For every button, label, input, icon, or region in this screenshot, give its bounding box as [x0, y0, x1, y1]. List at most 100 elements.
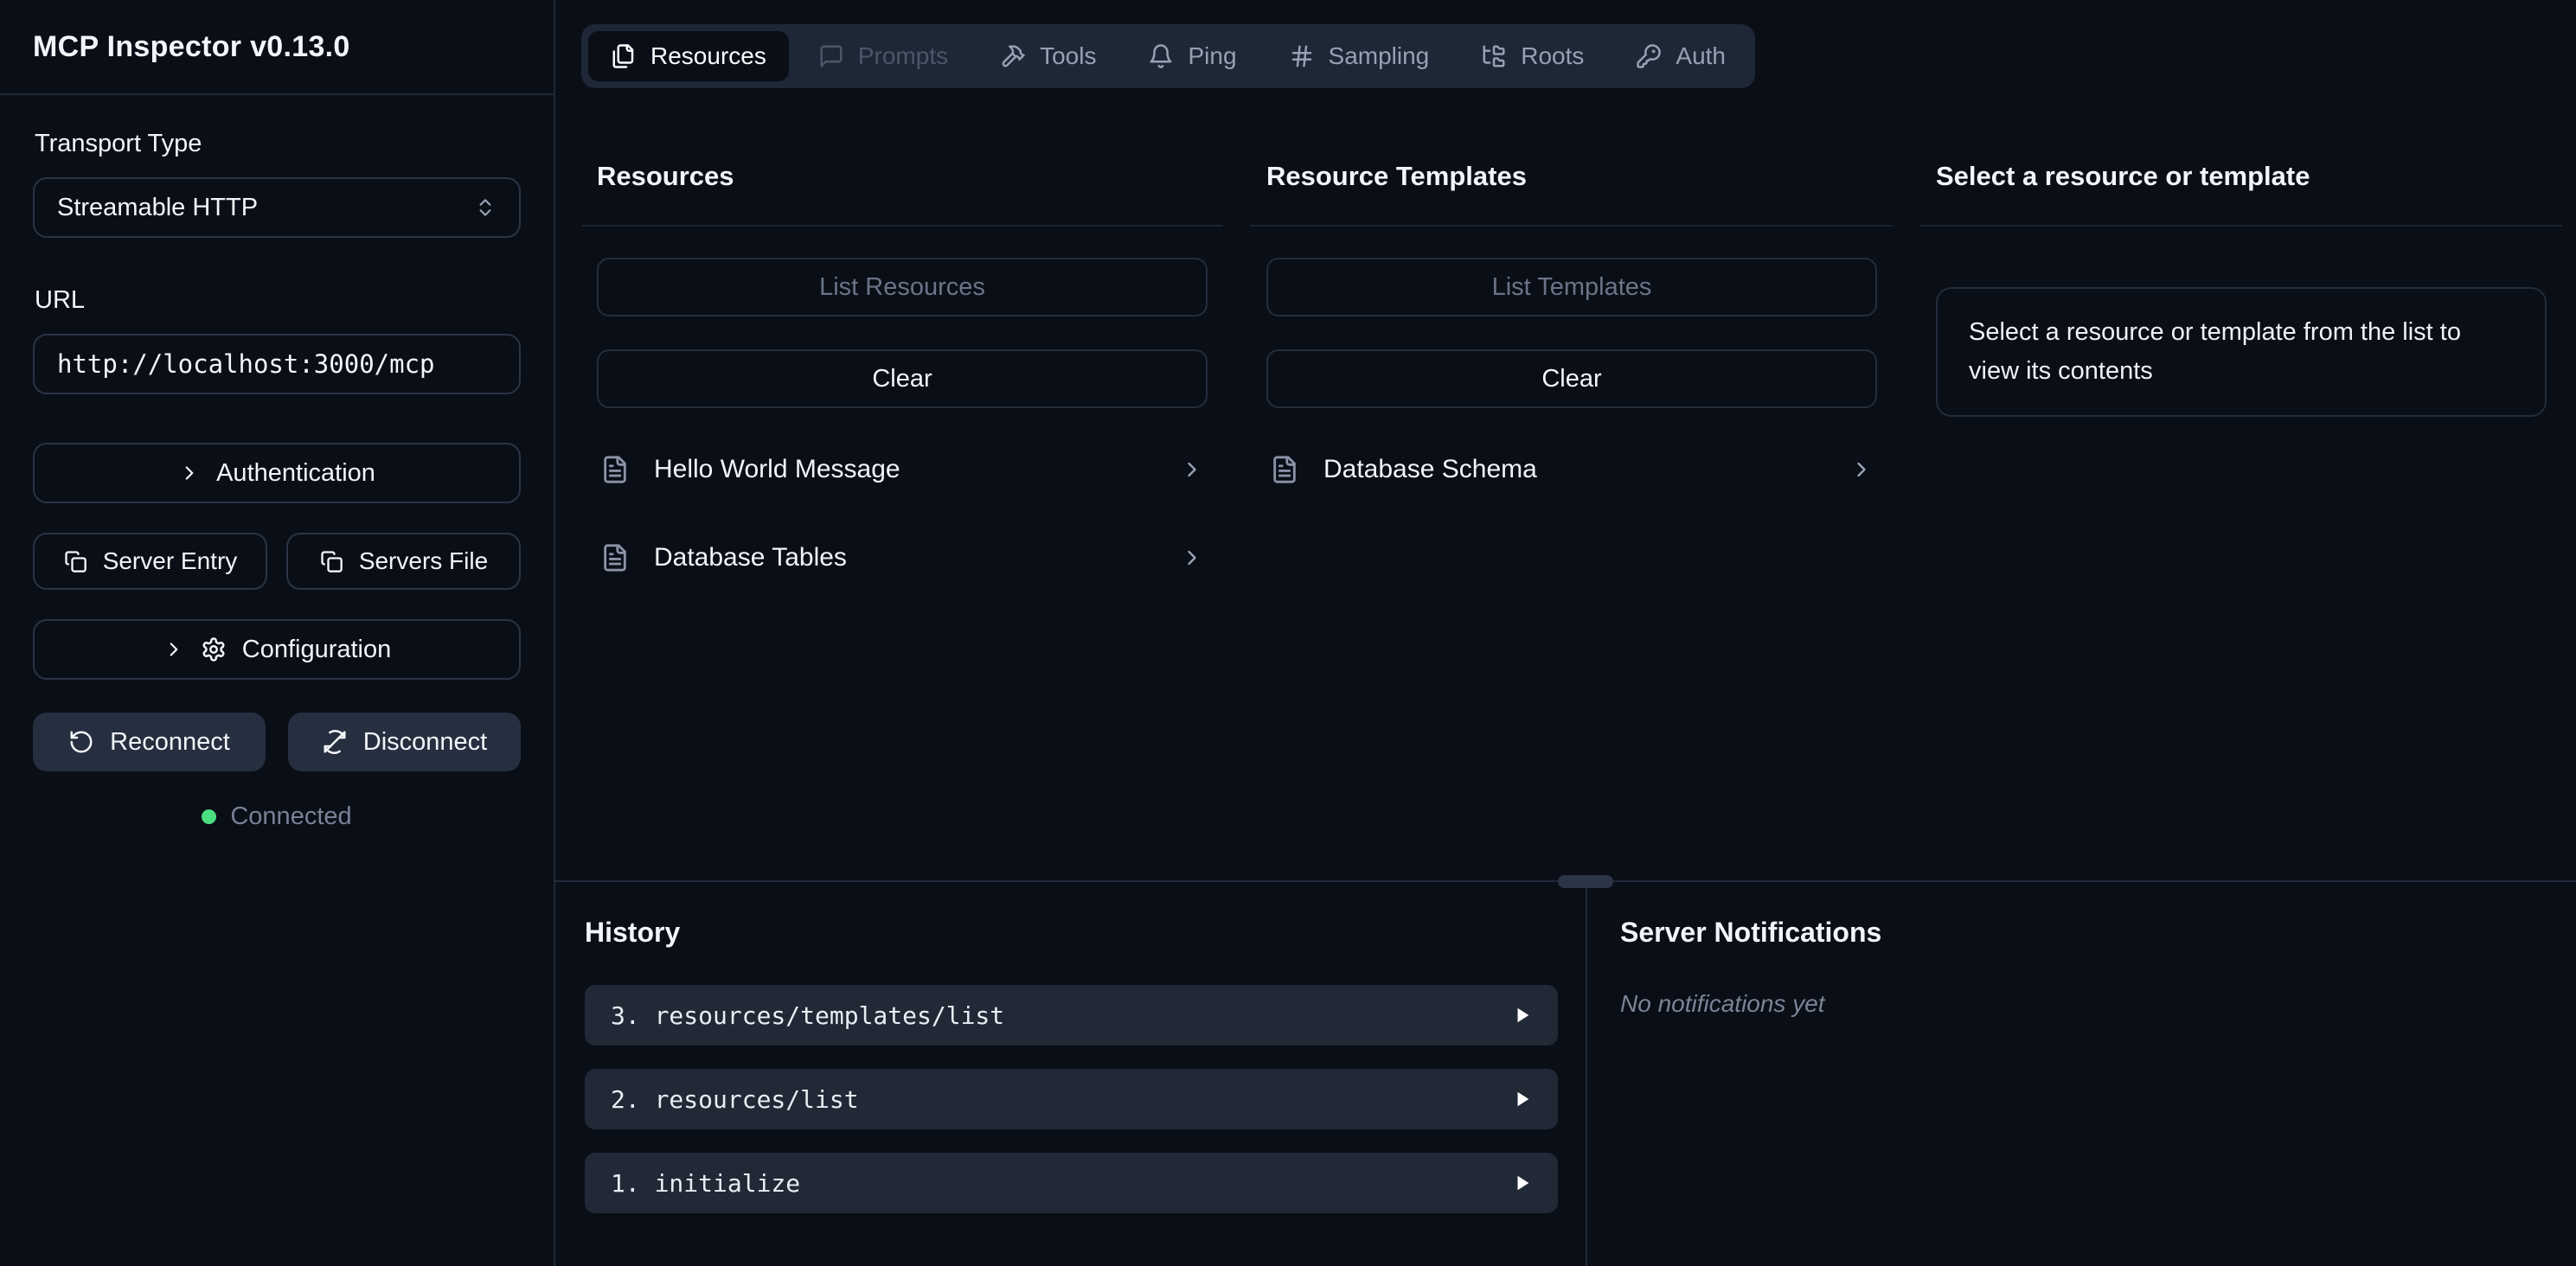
detail-content: Select a resource or template from the l…	[1920, 227, 2562, 417]
tab-tools[interactable]: Tools	[977, 31, 1118, 81]
tab-roots[interactable]: Roots	[1458, 31, 1606, 81]
top-pane: Resources Prompts Tools	[555, 0, 2576, 880]
templates-list: Database Schema	[1266, 443, 1877, 496]
history-item[interactable]: 3. resources/templates/list	[585, 985, 1558, 1045]
server-entry-button[interactable]: Server Entry	[33, 533, 267, 590]
chevrons-up-down-icon	[474, 196, 497, 219]
tab-label: Resources	[650, 42, 766, 70]
tab-resources[interactable]: Resources	[588, 31, 789, 81]
content-columns: Resources List Resources Clear Hello Wor…	[555, 88, 2576, 880]
file-text-icon	[600, 543, 630, 572]
tabbar: Resources Prompts Tools	[581, 24, 1755, 88]
chevron-right-icon	[163, 638, 185, 661]
files-icon	[611, 43, 637, 69]
pane-resize-handle[interactable]	[1558, 875, 1613, 888]
chevron-right-icon	[1180, 546, 1204, 570]
transport-type-select[interactable]: Streamable HTTP	[33, 177, 521, 238]
resources-title: Resources	[581, 161, 1223, 227]
bottom-pane: History 3. resources/templates/list 2. r…	[555, 880, 2576, 1266]
copy-icon	[319, 549, 343, 573]
resource-item-label: Hello World Message	[654, 455, 900, 484]
configuration-button[interactable]: Configuration	[33, 619, 521, 680]
url-input[interactable]	[33, 334, 521, 394]
tab-ping[interactable]: Ping	[1125, 31, 1259, 81]
resource-item[interactable]: Hello World Message	[597, 443, 1208, 496]
template-item[interactable]: Database Schema	[1266, 443, 1877, 496]
history-list: 3. resources/templates/list 2. resources…	[585, 985, 1558, 1213]
reconnect-button[interactable]: Reconnect	[33, 713, 266, 771]
tab-prompts[interactable]: Prompts	[796, 31, 971, 81]
main-area: Resources Prompts Tools	[555, 0, 2576, 1266]
folder-tree-icon	[1481, 43, 1507, 69]
file-text-icon	[600, 455, 630, 484]
disconnect-label: Disconnect	[363, 728, 487, 757]
sidebar-header: MCP Inspector v0.13.0	[0, 0, 554, 95]
url-label: URL	[35, 286, 521, 315]
server-buttons-row: Server Entry Servers File	[33, 533, 521, 590]
hammer-icon	[1000, 43, 1026, 69]
history-title: History	[585, 917, 1558, 949]
resources-content: List Resources Clear Hello World Message	[581, 227, 1223, 585]
refresh-off-icon	[322, 729, 348, 755]
list-templates-button[interactable]: List Templates	[1266, 258, 1877, 316]
connection-buttons-row: Reconnect Disconnect	[33, 713, 521, 771]
servers-file-label: Servers File	[359, 547, 488, 575]
resources-panel: Resources List Resources Clear Hello Wor…	[567, 161, 1237, 880]
list-resources-button[interactable]: List Resources	[597, 258, 1208, 316]
history-item[interactable]: 1. initialize	[585, 1153, 1558, 1213]
play-icon	[1513, 1172, 1532, 1194]
rotate-ccw-icon	[68, 729, 94, 755]
sidebar: MCP Inspector v0.13.0 Transport Type Str…	[0, 0, 555, 1266]
templates-content: List Templates Clear Database Schema	[1251, 227, 1893, 496]
configuration-label: Configuration	[242, 636, 392, 664]
copy-icon	[63, 549, 87, 573]
bell-icon	[1148, 43, 1174, 69]
history-item-label: 1. initialize	[611, 1169, 800, 1198]
tab-label: Prompts	[858, 42, 948, 70]
status-label: Connected	[230, 802, 351, 831]
history-item[interactable]: 2. resources/list	[585, 1069, 1558, 1129]
resource-item-label: Database Tables	[654, 543, 847, 572]
transport-type-value: Streamable HTTP	[57, 194, 258, 222]
servers-file-button[interactable]: Servers File	[286, 533, 521, 590]
app-title: MCP Inspector v0.13.0	[33, 30, 350, 64]
resource-item[interactable]: Database Tables	[597, 531, 1208, 585]
template-item-label: Database Schema	[1323, 455, 1537, 484]
tab-label: Auth	[1676, 42, 1726, 70]
tab-label: Sampling	[1329, 42, 1430, 70]
history-item-label: 2. resources/list	[611, 1085, 859, 1114]
app-window: MCP Inspector v0.13.0 Transport Type Str…	[0, 0, 2576, 1266]
clear-templates-button[interactable]: Clear	[1266, 349, 1877, 408]
transport-type-label: Transport Type	[35, 130, 521, 158]
detail-title: Select a resource or template	[1920, 161, 2562, 227]
key-icon	[1636, 43, 1662, 69]
tab-sampling[interactable]: Sampling	[1266, 31, 1452, 81]
resources-list: Hello World Message Database Tables	[597, 443, 1208, 585]
file-text-icon	[1270, 455, 1299, 484]
disconnect-button[interactable]: Disconnect	[288, 713, 521, 771]
authentication-button[interactable]: Authentication	[33, 443, 521, 503]
notifications-empty-text: No notifications yet	[1620, 990, 2576, 1018]
hash-icon	[1289, 43, 1315, 69]
sidebar-body: Transport Type Streamable HTTP URL Authe…	[0, 95, 554, 866]
templates-panel: Resource Templates List Templates Clear …	[1237, 161, 1906, 880]
play-icon	[1513, 1004, 1532, 1026]
reconnect-label: Reconnect	[110, 728, 230, 757]
chevron-right-icon	[1180, 457, 1204, 482]
status-dot-icon	[202, 809, 216, 824]
message-square-icon	[818, 43, 844, 69]
tab-label: Roots	[1521, 42, 1584, 70]
clear-resources-button[interactable]: Clear	[597, 349, 1208, 408]
play-icon	[1513, 1088, 1532, 1110]
tab-auth[interactable]: Auth	[1613, 31, 1748, 81]
templates-title: Resource Templates	[1251, 161, 1893, 227]
history-panel: History 3. resources/templates/list 2. r…	[555, 882, 1586, 1266]
detail-panel: Select a resource or template Select a r…	[1906, 161, 2576, 880]
gear-icon	[201, 636, 227, 662]
detail-placeholder: Select a resource or template from the l…	[1936, 287, 2547, 417]
authentication-label: Authentication	[216, 459, 375, 488]
connection-status: Connected	[33, 802, 521, 831]
tab-label: Tools	[1040, 42, 1096, 70]
notifications-panel: Server Notifications No notifications ye…	[1586, 882, 2576, 1266]
server-entry-label: Server Entry	[103, 547, 238, 575]
